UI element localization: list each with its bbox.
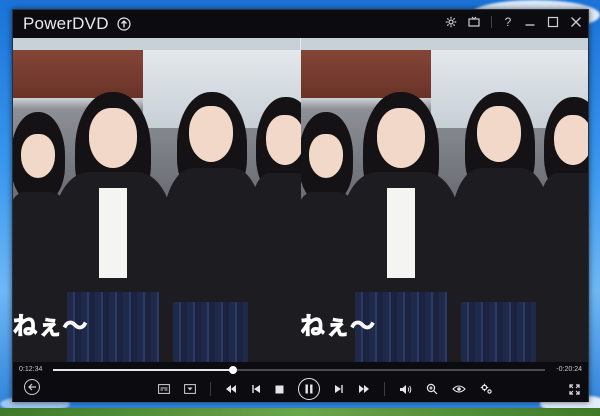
eye-icon	[452, 385, 466, 393]
title-separator	[491, 16, 492, 28]
volume-icon	[400, 384, 412, 394]
player-settings-button[interactable]	[480, 383, 493, 395]
stop-button[interactable]	[275, 385, 284, 394]
powerdvd-window: PowerDVD ? ねぇ〜 ねぇ〜 0:12:34 -0:20:24	[12, 9, 589, 402]
video-person	[535, 97, 588, 362]
video-pane-original: ねぇ〜	[13, 38, 301, 362]
seek-bar[interactable]	[53, 366, 545, 374]
view-mode-button[interactable]	[452, 384, 466, 394]
rewind-icon	[226, 385, 236, 393]
zoom-button[interactable]	[426, 383, 438, 395]
title-bar[interactable]: PowerDVD ?	[13, 10, 588, 38]
tv-mode-icon[interactable]	[468, 16, 480, 28]
fullscreen-icon	[569, 384, 580, 395]
upload-icon[interactable]	[117, 17, 131, 31]
pause-icon	[305, 384, 313, 394]
video-area[interactable]: ねぇ〜 ねぇ〜	[13, 38, 588, 362]
settings-icon	[480, 383, 492, 394]
next-button[interactable]	[334, 384, 344, 394]
previous-icon	[252, 385, 260, 393]
video-roof	[300, 38, 588, 50]
rewind-button[interactable]	[225, 384, 237, 394]
desktop-grass	[0, 408, 600, 416]
seek-bar-fill	[53, 369, 234, 371]
subtitle-text: ねぇ〜	[13, 313, 88, 341]
subtitle-icon	[158, 384, 170, 394]
next-icon	[335, 385, 343, 393]
settings-icon[interactable]	[445, 16, 457, 28]
stop-icon	[275, 385, 284, 393]
app-title: PowerDVD	[23, 14, 109, 33]
controls-separator	[384, 382, 385, 396]
maximize-icon[interactable]	[547, 16, 559, 28]
controls-separator	[210, 382, 211, 396]
current-time: 0:12:34	[19, 366, 43, 373]
transport-controls	[158, 378, 493, 400]
back-button[interactable]	[24, 379, 40, 395]
subtitle-text: ねぇ〜	[300, 313, 376, 341]
video-person	[248, 97, 301, 362]
zoom-icon	[426, 383, 438, 395]
video-pane-enhanced: ねぇ〜	[300, 38, 588, 362]
video-roof	[13, 38, 300, 50]
volume-button[interactable]	[399, 384, 412, 395]
fullscreen-button[interactable]	[569, 382, 580, 400]
fast-forward-button[interactable]	[358, 384, 370, 394]
fast-forward-icon	[359, 385, 369, 393]
minimize-icon[interactable]	[524, 16, 536, 28]
help-button[interactable]: ?	[503, 16, 513, 28]
pause-button[interactable]	[298, 378, 320, 400]
remaining-time: -0:20:24	[556, 366, 582, 373]
seek-bar-handle[interactable]	[229, 366, 238, 374]
menu-icon	[184, 384, 196, 394]
playback-controls: 0:12:34 -0:20:24	[13, 362, 588, 402]
disc-menu-button[interactable]	[184, 384, 196, 394]
previous-button[interactable]	[251, 384, 261, 394]
back-icon	[28, 383, 36, 391]
close-icon[interactable]	[570, 16, 582, 28]
subtitle-button[interactable]	[158, 384, 170, 394]
